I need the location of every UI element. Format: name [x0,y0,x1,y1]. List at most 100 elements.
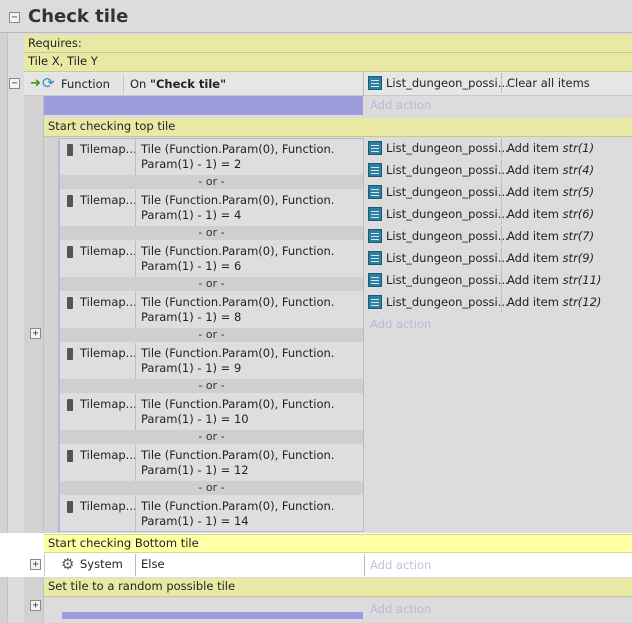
list-icon [368,185,382,199]
condition-divider [135,554,136,576]
condition-row[interactable]: Tilemap... Tile (Function.Param(0), Func… [60,343,363,379]
action-verb: Add item [507,185,563,199]
add-item-action[interactable]: List_dungeon_possi... Add item str(9) [366,248,632,270]
tilemap-icon [67,450,73,462]
condition-row[interactable]: Tilemap... Tile (Function.Param(0), Func… [60,496,363,532]
action-divider [501,204,502,224]
condition-line1: Tile (Function.Param(0), Function. [141,346,335,360]
add-item-action[interactable]: List_dungeon_possi... Add item str(7) [366,226,632,248]
condition-line1: Tile (Function.Param(0), Function. [141,295,335,309]
expand-else-toggle[interactable]: + [30,559,41,570]
action-verb: Add item [507,163,563,177]
add-action-link[interactable]: Add action [370,599,431,619]
condition-line2: Param(1) - 1) = 9 [141,361,242,375]
tilemap-icon [67,501,73,513]
add-item-action[interactable]: List_dungeon_possi... Add item str(5) [366,182,632,204]
condition-line1: Tile (Function.Param(0), Function. [141,448,335,462]
random-tile-group-title: Set tile to a random possible tile [48,579,236,593]
clear-items-action[interactable]: List_dungeon_possi... Clear all items [366,73,632,95]
add-action-link[interactable]: Add action [370,555,431,575]
condition-row[interactable]: Tilemap... Tile (Function.Param(0), Func… [60,445,363,481]
action-object-label: List_dungeon_possi... [386,76,509,90]
params-label: Tile X, Tile Y [28,54,98,68]
condition-row[interactable]: Tilemap... Tile (Function.Param(0), Func… [60,241,363,277]
action-text: Add item str(11) [507,270,601,290]
collapse-group-toggle[interactable]: − [9,12,20,23]
action-object-label: List_dungeon_possi... [386,251,509,265]
add-item-action[interactable]: List_dungeon_possi... Add item str(12) [366,292,632,314]
action-object-label: List_dungeon_possi... [386,229,509,243]
else-label: Else [141,557,165,571]
condition-object: Tilemap... [80,295,137,309]
list-icon [368,273,382,287]
add-action-link[interactable]: Add action [370,95,431,115]
tilemap-icon [67,399,73,411]
list-icon [368,141,382,155]
action-arg: str(12) [562,295,602,309]
condition-line2: Param(1) - 1) = 2 [141,157,242,171]
function-object-label: Function [61,77,110,91]
condition-divider [135,292,136,328]
condition-divider [135,139,136,175]
action-divider [501,138,502,158]
condition-divider [135,445,136,481]
collapse-event-toggle[interactable]: − [9,78,20,89]
condition-divider [135,394,136,430]
else-condition-row[interactable]: ⚙ System Else [44,554,364,576]
add-item-action[interactable]: List_dungeon_possi... Add item str(11) [366,270,632,292]
action-object-label: List_dungeon_possi... [386,163,509,177]
bottom-tile-group-header[interactable]: Start checking Bottom tile [44,534,632,553]
condition-row[interactable]: Tilemap... Tile (Function.Param(0), Func… [60,292,363,328]
event-action-divider [363,72,364,96]
event-condition-drop-zone[interactable] [44,96,363,115]
action-text: Add item str(7) [507,226,594,246]
expand-random-toggle[interactable]: + [30,600,41,611]
or-separator: - or - [60,430,363,444]
add-action-link[interactable]: Add action [370,314,431,334]
action-object-label: List_dungeon_possi... [386,185,509,199]
condition-line2: Param(1) - 1) = 12 [141,463,249,477]
function-trigger-cell[interactable]: On "Check tile" [130,74,226,94]
condition-object: Tilemap... [80,499,137,513]
condition-object: Tilemap... [80,448,137,462]
tilemap-icon [67,348,73,360]
top-tile-group-title: Start checking top tile [48,119,176,133]
function-object-cell[interactable]: ➜ ⟳ Function [28,74,124,94]
tilemap-icon [67,297,73,309]
random-condition-drop-zone[interactable] [62,612,363,619]
tilemap-icon [67,144,73,156]
action-divider [501,182,502,202]
condition-line1: Tile (Function.Param(0), Function. [141,397,335,411]
condition-line2: Param(1) - 1) = 8 [141,310,242,324]
condition-row[interactable]: Tilemap... Tile (Function.Param(0), Func… [60,139,363,175]
action-divider [501,226,502,246]
action-arg: str(11) [562,273,602,287]
expand-subevents-toggle[interactable]: + [30,328,41,339]
list-icon [368,229,382,243]
requires-label: Requires: [28,36,82,50]
or-separator: - or - [60,379,363,393]
condition-line2: Param(1) - 1) = 14 [141,514,249,528]
action-divider [501,270,502,290]
top-tile-group-header[interactable]: Start checking top tile [44,118,632,137]
add-item-action[interactable]: List_dungeon_possi... Add item str(6) [366,204,632,226]
random-tile-group-header[interactable]: Set tile to a random possible tile [44,578,632,597]
add-item-action[interactable]: List_dungeon_possi... Add item str(1) [366,138,632,160]
condition-row[interactable]: Tilemap... Tile (Function.Param(0), Func… [60,190,363,226]
condition-divider [135,190,136,226]
condition-row[interactable]: Tilemap... Tile (Function.Param(0), Func… [60,394,363,430]
add-item-action[interactable]: List_dungeon_possi... Add item str(4) [366,160,632,182]
action-verb: Add item [507,207,563,221]
action-arg: str(1) [562,141,595,155]
action-text: Add item str(1) [507,138,594,158]
or-separator: - or - [60,277,363,291]
action-object-label: List_dungeon_possi... [386,207,509,221]
condition-object: Tilemap... [80,244,137,258]
action-verb: Add item [507,141,563,155]
action-text: Add item str(5) [507,182,594,202]
action-divider [501,73,502,93]
top-tile-conditions: Tilemap... Tile (Function.Param(0), Func… [59,138,364,532]
top-tile-conditions-gutter [44,137,59,533]
gear-icon: ⚙ [61,555,75,573]
action-object-label: List_dungeon_possi... [386,273,509,287]
